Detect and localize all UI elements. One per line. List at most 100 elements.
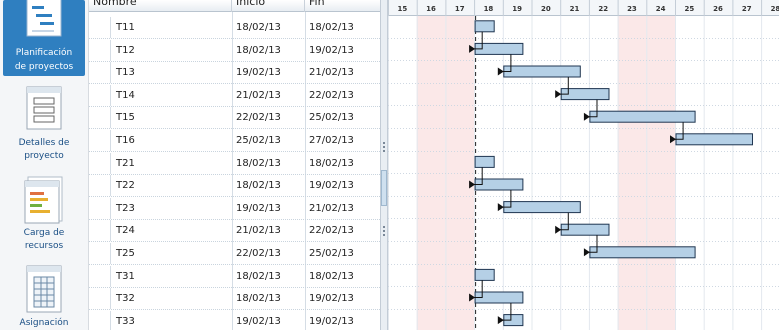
pane-splitter[interactable] xyxy=(380,0,388,330)
task-end-date: 18/02/13 xyxy=(309,158,354,169)
row-handle[interactable] xyxy=(89,17,111,38)
column-header-name[interactable]: Nombre xyxy=(89,0,232,12)
task-row[interactable]: T14 21/02/13 22/02/13 xyxy=(89,85,380,107)
row-handle[interactable] xyxy=(89,266,111,287)
task-row[interactable]: T22 18/02/13 19/02/13 xyxy=(89,175,380,197)
task-bar[interactable] xyxy=(503,201,581,214)
task-name: T22 xyxy=(116,180,135,191)
timeline-day-label: 23 xyxy=(627,5,637,13)
task-end-date: 22/02/13 xyxy=(309,225,354,236)
task-row[interactable]: T12 18/02/13 19/02/13 xyxy=(89,40,380,62)
task-end-date: 18/02/13 xyxy=(309,271,354,282)
timeline-day-label: 16 xyxy=(426,5,436,13)
task-bar[interactable] xyxy=(474,268,495,281)
task-row[interactable]: T23 19/02/13 21/02/13 xyxy=(89,198,380,220)
nav-label-line2: recursos xyxy=(24,241,64,251)
task-row[interactable]: T15 22/02/13 25/02/13 xyxy=(89,107,380,129)
task-start-date: 22/02/13 xyxy=(236,248,281,259)
task-name: T12 xyxy=(116,45,135,56)
task-row[interactable]: T33 19/02/13 19/02/13 xyxy=(89,311,380,330)
task-row[interactable]: T24 21/02/13 22/02/13 xyxy=(89,220,380,242)
task-row[interactable]: T25 22/02/13 25/02/13 xyxy=(89,243,380,265)
row-handle[interactable] xyxy=(89,40,111,61)
nav-carga-recursos[interactable]: Carga de recursos xyxy=(3,174,85,256)
column-header-start[interactable]: Inicio xyxy=(232,0,305,12)
task-bar[interactable] xyxy=(589,110,696,123)
row-handle[interactable] xyxy=(89,220,111,241)
task-name: T16 xyxy=(116,135,135,146)
timeline-day-label: 25 xyxy=(684,5,694,13)
nav-detalles-proyecto[interactable]: Detalles de proyecto xyxy=(3,84,85,164)
gantt-chart: 15 16 17 18 19 20 21 22 23 24 25 26 27 28 xyxy=(388,0,779,330)
row-handle[interactable] xyxy=(89,62,111,83)
task-name: T33 xyxy=(116,316,135,327)
task-row[interactable]: T13 19/02/13 21/02/13 xyxy=(89,62,380,84)
nav-asignacion[interactable]: Asignación xyxy=(3,262,85,330)
task-end-date: 19/02/13 xyxy=(309,180,354,191)
row-handle[interactable] xyxy=(89,107,111,128)
task-name: T11 xyxy=(116,22,135,33)
grid-header: Nombre Inicio Fin xyxy=(89,0,380,12)
task-start-date: 18/02/13 xyxy=(236,22,281,33)
task-name: T31 xyxy=(116,271,135,282)
row-handle[interactable] xyxy=(89,175,111,196)
timeline-day-label: 17 xyxy=(455,5,465,13)
task-end-date: 27/02/13 xyxy=(309,135,354,146)
nav-label-line2: de proyectos xyxy=(14,62,74,72)
row-handle[interactable] xyxy=(89,288,111,309)
task-row[interactable]: T32 18/02/13 19/02/13 xyxy=(89,288,380,310)
timeline-day-label: 20 xyxy=(541,5,551,13)
task-end-date: 21/02/13 xyxy=(309,67,354,78)
task-start-date: 25/02/13 xyxy=(236,135,281,146)
task-bar[interactable] xyxy=(474,155,495,168)
task-grid: Nombre Inicio Fin T11 18/02/13 18/02/13 T12… xyxy=(89,0,380,330)
resource-load-icon xyxy=(24,176,63,224)
row-handle[interactable] xyxy=(89,243,111,264)
timeline-day-label: 22 xyxy=(598,5,608,13)
timeline-day-label: 19 xyxy=(512,5,522,13)
task-end-date: 25/02/13 xyxy=(309,112,354,123)
task-start-date: 22/02/13 xyxy=(236,112,281,123)
collapse-pane-button[interactable] xyxy=(381,170,387,206)
side-navigation: Planificación de proyectos Detalles de p… xyxy=(0,0,89,330)
timeline-day-label: 27 xyxy=(742,5,752,13)
timeline-day-label: 15 xyxy=(397,5,407,13)
task-end-date: 22/02/13 xyxy=(309,90,354,101)
row-handle[interactable] xyxy=(89,85,111,106)
nav-label-line1: Planificación xyxy=(15,48,73,58)
task-row[interactable]: T11 18/02/13 18/02/13 xyxy=(89,17,380,39)
task-start-date: 18/02/13 xyxy=(236,45,281,56)
splitter-grip xyxy=(383,142,385,144)
project-details-icon xyxy=(26,86,62,130)
task-end-date: 25/02/13 xyxy=(309,248,354,259)
row-handle[interactable] xyxy=(89,130,111,151)
task-name: T21 xyxy=(116,158,135,169)
task-name: T23 xyxy=(116,203,135,214)
task-row[interactable]: T31 18/02/13 18/02/13 xyxy=(89,266,380,288)
task-name: T32 xyxy=(116,293,135,304)
task-row[interactable]: T16 25/02/13 27/02/13 xyxy=(89,130,380,152)
row-handle[interactable] xyxy=(89,198,111,219)
task-end-date: 19/02/13 xyxy=(309,316,354,327)
row-handle[interactable] xyxy=(89,153,111,174)
task-name: T14 xyxy=(116,90,135,101)
task-end-date: 19/02/13 xyxy=(309,45,354,56)
row-handle[interactable] xyxy=(89,311,111,330)
task-start-date: 19/02/13 xyxy=(236,203,281,214)
timeline-day-label: 18 xyxy=(484,5,494,13)
task-bar[interactable] xyxy=(474,20,495,33)
task-bar[interactable] xyxy=(675,133,753,146)
task-name: T24 xyxy=(116,225,135,236)
task-end-date: 21/02/13 xyxy=(309,203,354,214)
column-header-end[interactable]: Fin xyxy=(305,0,380,12)
splitter-grip xyxy=(383,150,385,152)
nav-planificacion-proyectos[interactable]: Planificación de proyectos xyxy=(3,0,85,76)
splitter-grip xyxy=(383,226,385,228)
nav-label-line2: proyecto xyxy=(24,151,64,161)
timeline-day-label: 28 xyxy=(771,5,779,13)
splitter-grip xyxy=(383,234,385,236)
task-row[interactable]: T21 18/02/13 18/02/13 xyxy=(89,153,380,175)
task-name: T13 xyxy=(116,67,135,78)
task-bar[interactable] xyxy=(503,65,581,78)
task-bar[interactable] xyxy=(589,246,696,259)
